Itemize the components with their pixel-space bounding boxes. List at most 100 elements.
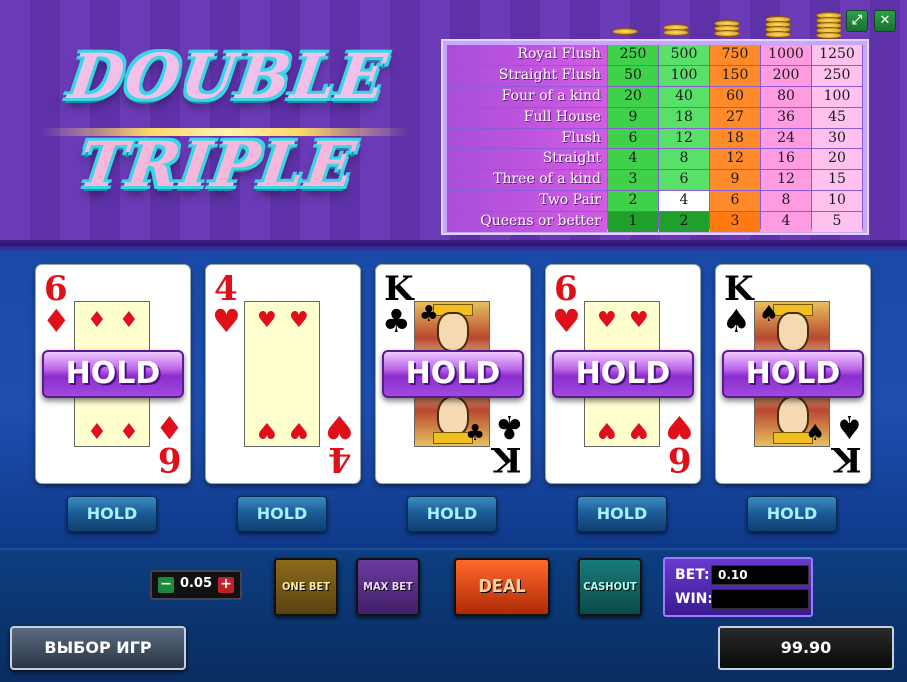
coin-stack-icon — [612, 28, 640, 35]
logo-word-triple: TRIPLE — [74, 128, 362, 201]
paytable-hand-name: Two Pair — [447, 191, 607, 212]
denomination-value: 0.05 — [179, 576, 213, 591]
card-rank: K — [832, 439, 862, 479]
bet-value: 0.10 — [711, 565, 809, 585]
card-pip-icon: ♣ — [419, 302, 439, 327]
paytable-payout-cell: 6 — [659, 170, 709, 191]
increase-denom-button[interactable]: + — [218, 577, 234, 593]
paytable-payout-cell: 18 — [659, 107, 709, 128]
paytable-payout-cell: 100 — [812, 86, 862, 107]
hold-indicator: HOLD — [552, 350, 694, 398]
paytable-hand-name: Royal Flush — [447, 45, 607, 65]
card-pip-icon: ♥ — [257, 417, 277, 442]
fullscreen-icon[interactable]: ⤢ — [846, 10, 868, 32]
paytable-payout-cell: 6 — [608, 128, 658, 149]
paytable-hand-name: Full House — [447, 107, 607, 128]
close-icon[interactable]: ✕ — [874, 10, 896, 32]
paytable-payout-cell: 80 — [761, 86, 811, 107]
paytable-payout-cell: 8 — [659, 149, 709, 170]
paytable-payout-cell: 3 — [710, 212, 760, 233]
logo-word-double: DOUBLE — [64, 40, 393, 113]
card-pip-icon: ♦ — [87, 308, 107, 333]
paytable-hand-name: Queens or better — [447, 212, 607, 233]
paytable-hand-name: Straight Flush — [447, 65, 607, 86]
card-rank: K — [492, 439, 522, 479]
hold-button-2[interactable]: HOLD — [237, 496, 327, 532]
card-pip-icon: ♥ — [289, 417, 309, 442]
denomination-stepper[interactable]: − 0.05 + — [150, 570, 242, 600]
card-pip-icon: ♥ — [257, 308, 277, 333]
paytable-hand-name: Four of a kind — [447, 86, 607, 107]
paytable-payout-cell: 4 — [608, 149, 658, 170]
game-select-button[interactable]: ВЫБОР ИГР — [10, 626, 186, 670]
card-rank: 6 — [668, 439, 692, 479]
card-pip-icon: ♥ — [597, 308, 617, 333]
paytable-payout-cell: 1000 — [761, 45, 811, 65]
card-pip-icon: ♥ — [629, 308, 649, 333]
paytable-payout-cell: 36 — [761, 107, 811, 128]
paytable-payout-cell: 27 — [710, 107, 760, 128]
game-logo: DOUBLE TRIPLE — [40, 40, 410, 201]
hold-button-3[interactable]: HOLD — [407, 496, 497, 532]
card-face: ♥ ♥ ♥ ♥ — [244, 301, 320, 447]
card-pip-icon: ♦ — [87, 417, 107, 442]
card-rank: 4 — [328, 439, 352, 479]
paytable-payout-cell: 18 — [710, 128, 760, 149]
paytable-payout-cell: 15 — [812, 170, 862, 191]
hold-indicator: HOLD — [382, 350, 524, 398]
paytable-payout-cell: 500 — [659, 45, 709, 65]
paytable-payout-cell: 9 — [608, 107, 658, 128]
hold-button-4[interactable]: HOLD — [577, 496, 667, 532]
card-pip-icon: ♦ — [119, 417, 139, 442]
paytable-payout-cell: 12 — [659, 128, 709, 149]
playing-card[interactable]: 4 ♥ ♥ ♥ ♥ ♥ ♥ 4 — [205, 264, 361, 484]
paytable-payout-cell: 40 — [659, 86, 709, 107]
paytable-payout-cell: 12 — [710, 149, 760, 170]
coin-stack-icon — [765, 16, 793, 38]
coin-stack-icon — [663, 24, 691, 36]
card-pip-icon: ♥ — [289, 308, 309, 333]
card-suit-icon: ♣ — [382, 302, 411, 340]
card-pip-icon: ♠ — [759, 302, 779, 327]
hold-button-1[interactable]: HOLD — [67, 496, 157, 532]
paytable-payout-cell: 50 — [608, 65, 658, 86]
card-suit-icon: ♥ — [552, 302, 581, 340]
bet-win-panel: BET: 0.10 WIN: — [663, 557, 813, 617]
card-pip-icon: ♠ — [805, 421, 825, 446]
paytable-hand-name: Flush — [447, 128, 607, 149]
hold-indicator: HOLD — [42, 350, 184, 398]
paytable-payout-cell: 6 — [710, 191, 760, 212]
paytable-payout-cell: 10 — [812, 191, 862, 212]
max-bet-button[interactable]: MAX BET — [356, 558, 420, 616]
card-pip-icon: ♥ — [597, 417, 617, 442]
paytable-payout-cell: 8 — [761, 191, 811, 212]
hold-button-5[interactable]: HOLD — [747, 496, 837, 532]
paytable-payout-cell: 1 — [608, 212, 658, 233]
paytable-payout-cell: 20 — [608, 86, 658, 107]
paytable-payout-cell: 100 — [659, 65, 709, 86]
paytable-hand-name: Straight — [447, 149, 607, 170]
card-suit-icon: ♠ — [722, 302, 751, 340]
paytable-payout-cell: 12 — [761, 170, 811, 191]
bet-label: BET: — [675, 567, 710, 583]
cashout-button[interactable]: CASHOUT — [578, 558, 642, 616]
card-pip-icon: ♥ — [629, 417, 649, 442]
game-stage: DOUBLE TRIPLE ⤢ ✕ Royal Flush 250 500 750 10… — [0, 0, 907, 682]
paytable-payout-cell: 250 — [812, 65, 862, 86]
win-label: WIN: — [675, 591, 713, 607]
card-suit-icon: ♦ — [42, 302, 71, 340]
paytable-payout-cell: 250 — [608, 45, 658, 65]
paytable-payout-cell: 16 — [761, 149, 811, 170]
decrease-denom-button[interactable]: − — [158, 577, 174, 593]
paytable: Royal Flush 250 500 750 1000 1250 Straight Flu… — [441, 39, 869, 235]
one-bet-button[interactable]: ONE BET — [274, 558, 338, 616]
coin-stack-icon — [816, 12, 844, 39]
win-value — [711, 589, 809, 609]
deal-button[interactable]: DEAL — [454, 558, 550, 616]
paytable-hand-name: Three of a kind — [447, 170, 607, 191]
paytable-payout-cell: 1250 — [812, 45, 862, 65]
paytable-payout-cell: 60 — [710, 86, 760, 107]
paytable-payout-cell: 4 — [761, 212, 811, 233]
paytable-payout-cell: 2 — [659, 212, 709, 233]
paytable-payout-cell: 2 — [608, 191, 658, 212]
